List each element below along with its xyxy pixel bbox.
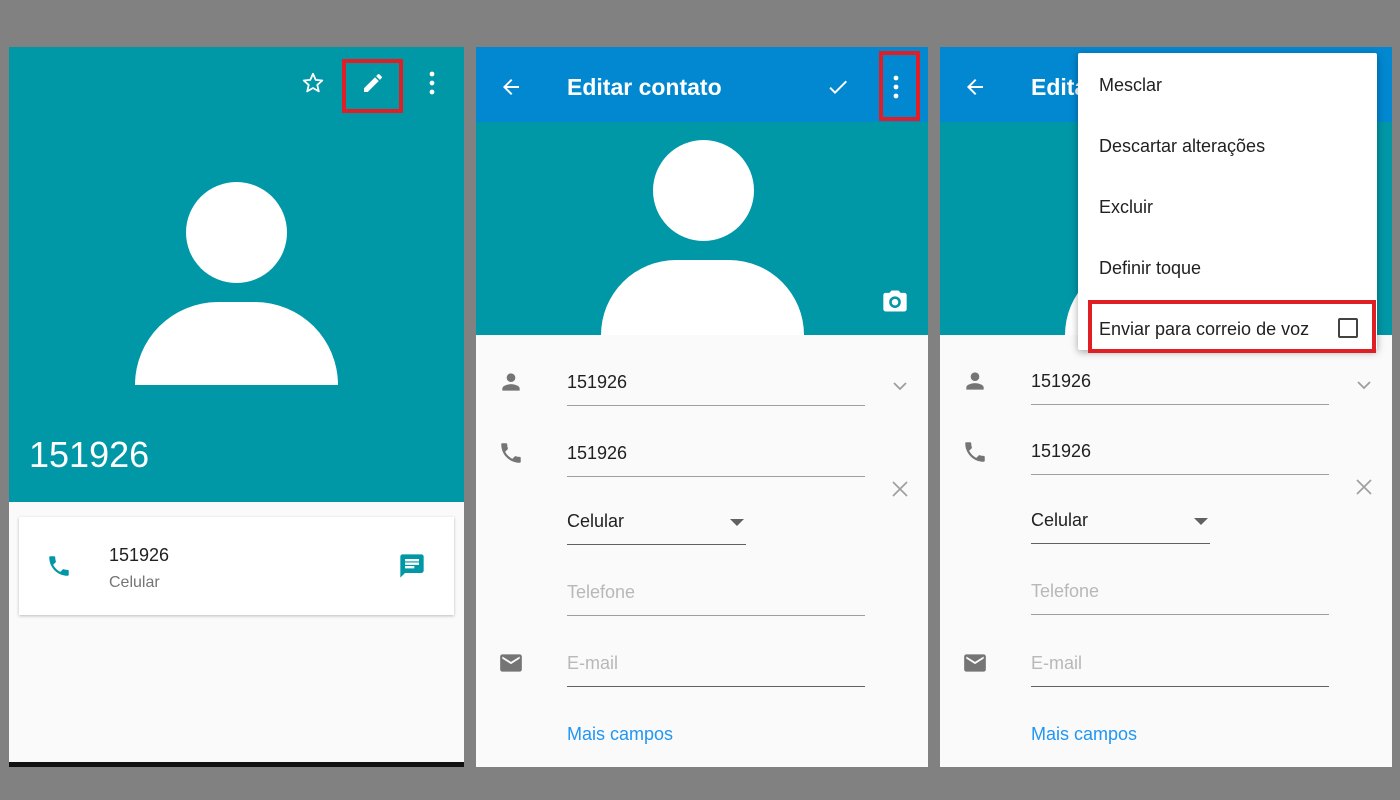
menu-item-discard-changes[interactable]: Descartar alterações [1099,136,1265,157]
phone-field[interactable]: 151926 [567,443,627,464]
message-icon[interactable] [398,552,426,580]
card-phone-number: 151926 [109,545,170,565]
avatar-body [135,302,338,385]
phone-underline [1031,474,1329,475]
phone-input-underline [1031,614,1329,615]
avatar-head [186,182,287,283]
more-fields-link[interactable]: Mais campos [1031,724,1137,745]
edit-contact-menu-panel: Edita 151926 151926 Celular Telefone E-m… [940,47,1392,767]
close-icon[interactable] [888,477,912,501]
contact-view-panel: 151926 151926 Celular [9,47,464,767]
name-field[interactable]: 151926 [567,372,627,393]
person-icon [962,368,988,394]
contact-name: 151926 [29,434,150,475]
phone-type-select[interactable]: Celular [1031,510,1088,531]
photo-area [476,122,928,335]
check-icon[interactable] [826,75,850,99]
dropdown-arrow-icon[interactable] [730,519,744,527]
phone-icon [962,439,988,465]
camera-icon[interactable] [881,287,909,315]
app-bar: Editar contato [476,47,928,122]
menu-item-merge[interactable]: Mesclar [1099,75,1162,96]
edit-highlight [342,59,403,113]
more-fields-link[interactable]: Mais campos [567,724,673,745]
avatar-head [653,140,754,241]
phone-underline [567,476,865,477]
chevron-down-icon[interactable] [888,374,912,398]
phone-type-underline [567,544,746,545]
email-input[interactable]: E-mail [1031,653,1082,674]
avatar-body [601,260,804,335]
person-icon [498,369,524,395]
email-icon [498,650,524,676]
arrow-back-icon[interactable] [499,75,523,99]
email-icon [962,650,988,676]
phone-input[interactable]: Telefone [567,582,635,603]
email-input[interactable]: E-mail [567,653,618,674]
edit-contact-panel: Editar contato 151926 151926 Celular Tel… [476,47,928,767]
voicemail-highlight [1088,300,1376,353]
name-field[interactable]: 151926 [1031,371,1091,392]
phone-type-select[interactable]: Celular [567,511,624,532]
menu-item-set-ringtone[interactable]: Definir toque [1099,258,1201,279]
dropdown-arrow-icon[interactable] [1194,518,1208,526]
name-underline [1031,404,1329,405]
phone-type-underline [1031,543,1210,544]
phone-icon [498,440,524,466]
phone-input-underline [567,615,865,616]
star-outline-icon[interactable] [301,71,325,95]
contact-header: 151926 [9,47,464,502]
more-vert-icon[interactable] [420,69,444,97]
phone-input[interactable]: Telefone [1031,581,1099,602]
close-icon[interactable] [1352,475,1376,499]
menu-item-delete[interactable]: Excluir [1099,197,1153,218]
phone-field[interactable]: 151926 [1031,441,1091,462]
phone-card[interactable]: 151926 Celular [19,517,454,615]
phone-icon [46,553,72,579]
page-title: Editar contato [567,74,722,100]
overflow-menu: Mesclar Descartar alterações Excluir Def… [1078,53,1377,353]
chevron-down-icon[interactable] [1352,373,1376,397]
menu-highlight [879,51,920,121]
email-underline [567,686,865,687]
arrow-back-icon[interactable] [963,75,987,99]
name-underline [567,405,865,406]
panel-bottom-shadow [9,762,464,767]
email-underline [1031,686,1329,687]
card-phone-type: Celular [109,574,160,591]
